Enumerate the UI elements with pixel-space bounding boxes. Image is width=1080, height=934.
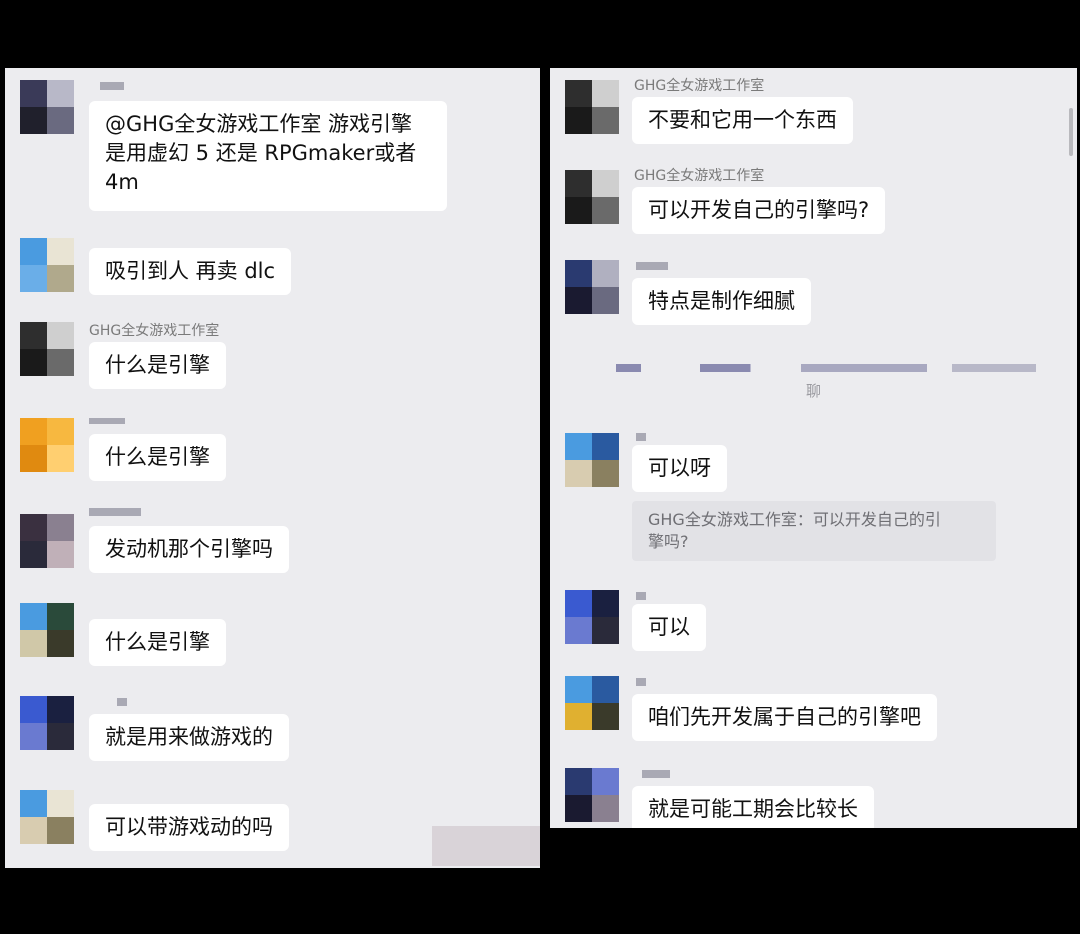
blurred-sender-name — [89, 418, 125, 424]
message-bubble[interactable]: 就是用来做游戏的 — [89, 714, 289, 761]
avatar[interactable] — [565, 80, 619, 134]
blurred-sender-name — [89, 508, 141, 516]
avatar[interactable] — [20, 603, 74, 657]
message-text: 发动机那个引擎吗 — [105, 537, 273, 561]
message-text: 什么是引擎 — [105, 630, 210, 654]
avatar[interactable] — [20, 790, 74, 844]
blurred-sender-name — [636, 262, 668, 270]
message-bubble[interactable]: 什么是引擎 — [89, 342, 226, 389]
blurred-sender-name — [642, 770, 670, 778]
sender-name: GHG全女游戏工作室 — [634, 168, 765, 184]
blurred-sender-name — [636, 678, 646, 686]
message-text: 可以呀 — [648, 456, 711, 480]
avatar[interactable] — [20, 418, 74, 472]
message-bubble[interactable]: 吸引到人 再卖 dlc — [89, 248, 292, 295]
quote-line: GHG全女游戏工作室：可以开发自己的引 — [648, 510, 941, 529]
message-bubble[interactable]: 可以开发自己的引擎吗? — [632, 187, 886, 234]
blurred-system-notice — [616, 364, 1036, 372]
message-bubble[interactable]: 什么是引擎 — [89, 434, 226, 481]
message-text: 什么是引擎 — [105, 445, 210, 469]
message-text: 不要和它用一个东西 — [648, 108, 837, 132]
avatar[interactable] — [20, 322, 74, 376]
message-text: 特点是制作细腻 — [648, 289, 795, 313]
blurred-sender-name — [636, 433, 646, 441]
avatar[interactable] — [20, 514, 74, 568]
sender-name: GHG全女游戏工作室 — [89, 323, 220, 339]
scrollbar[interactable] — [1069, 108, 1073, 156]
message-bubble[interactable]: 可以 — [632, 604, 706, 651]
avatar[interactable] — [20, 80, 74, 134]
blurred-overlay — [432, 826, 540, 866]
system-notice-text: 聊 — [805, 382, 821, 400]
message-bubble[interactable]: @GHG全女游戏工作室 游戏引擎 是用虚幻 5 还是 RPGmaker或者 4m — [89, 101, 447, 211]
blurred-sender-name — [636, 592, 646, 600]
message-bubble[interactable]: 什么是引擎 — [89, 619, 226, 666]
message-text: 就是可能工期会比较长 — [648, 797, 858, 821]
message-text: 咱们先开发属于自己的引擎吧 — [648, 705, 921, 729]
blurred-sender-name — [117, 698, 127, 706]
avatar[interactable] — [565, 260, 619, 314]
message-bubble[interactable]: 特点是制作细腻 — [632, 278, 811, 325]
blurred-sender-name — [100, 82, 124, 90]
avatar[interactable] — [565, 768, 619, 822]
chat-panel-right[interactable]: GHG全女游戏工作室 不要和它用一个东西 GHG全女游戏工作室 可以开发自己的引… — [550, 68, 1077, 828]
avatar[interactable] — [565, 590, 619, 644]
avatar[interactable] — [565, 676, 619, 730]
message-text: 吸引到人 再卖 dlc — [105, 259, 276, 283]
message-bubble[interactable]: 可以呀 — [632, 445, 727, 492]
avatar[interactable] — [20, 696, 74, 750]
message-bubble[interactable]: 咱们先开发属于自己的引擎吧 — [632, 694, 937, 741]
message-bubble[interactable]: 可以带游戏动的吗 — [89, 804, 289, 851]
avatar[interactable] — [565, 433, 619, 487]
message-text: 可以带游戏动的吗 — [105, 815, 273, 839]
chat-panel-left[interactable]: @GHG全女游戏工作室 游戏引擎 是用虚幻 5 还是 RPGmaker或者 4m… — [5, 68, 540, 868]
message-line: 是用虚幻 5 还是 RPGmaker或者 — [105, 141, 417, 165]
message-text: 可以 — [648, 615, 690, 639]
message-line: 4m — [105, 170, 139, 194]
avatar[interactable] — [565, 170, 619, 224]
avatar[interactable] — [20, 238, 74, 292]
sender-name: GHG全女游戏工作室 — [634, 78, 765, 94]
message-text: 什么是引擎 — [105, 353, 210, 377]
message-text: 就是用来做游戏的 — [105, 725, 273, 749]
message-bubble[interactable]: 就是可能工期会比较长 — [632, 786, 874, 828]
message-bubble[interactable]: 不要和它用一个东西 — [632, 97, 853, 144]
message-bubble[interactable]: 发动机那个引擎吗 — [89, 526, 289, 573]
quote-line: 擎吗? — [648, 532, 689, 551]
quoted-reply[interactable]: GHG全女游戏工作室：可以开发自己的引 擎吗? — [632, 501, 996, 561]
message-line: @GHG全女游戏工作室 游戏引擎 — [105, 112, 413, 136]
message-text: 可以开发自己的引擎吗? — [648, 198, 870, 222]
